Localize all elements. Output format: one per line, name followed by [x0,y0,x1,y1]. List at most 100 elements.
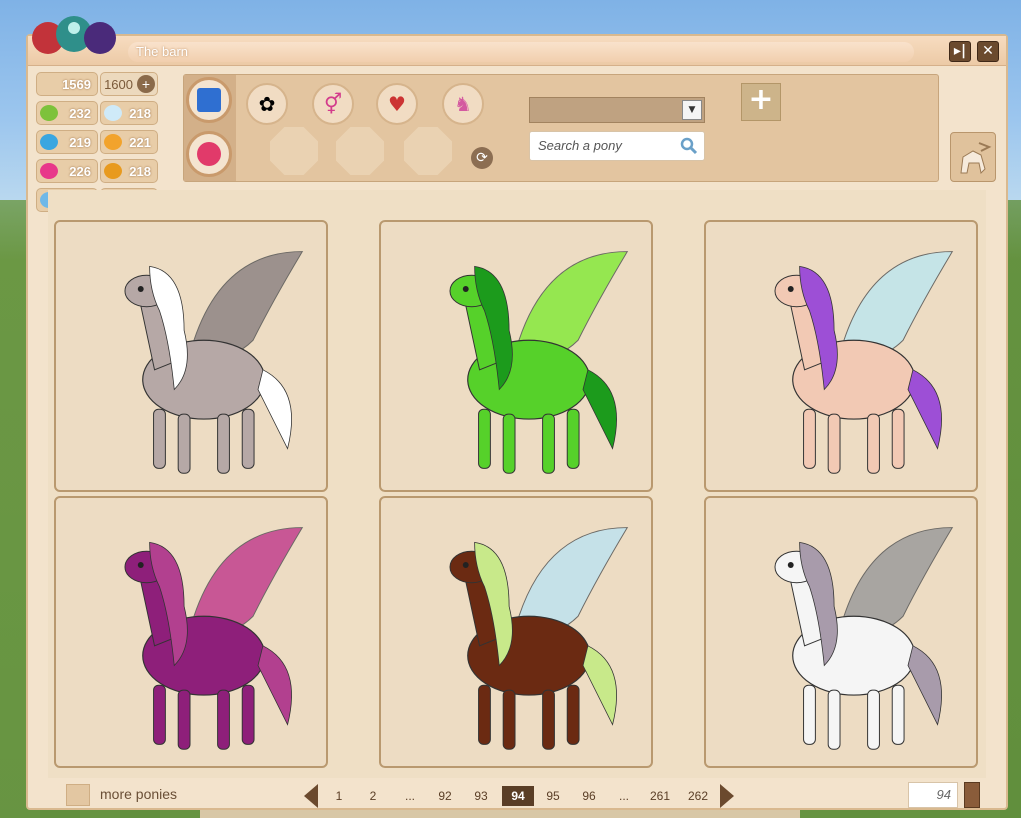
pony-card[interactable] [54,496,328,768]
pony-leg [177,689,191,750]
pony-leg [217,413,230,474]
close-button[interactable]: ✕ [977,41,999,62]
stat-food: 232 [36,101,98,125]
stat-heart: 226 [36,159,98,183]
pony-leg [153,684,166,745]
sun-icon [104,134,122,150]
pony-image [774,527,954,750]
current-page[interactable]: 94 [502,786,534,806]
pony-pair-icon: ♞ [454,92,472,116]
page-link[interactable]: 96 [576,786,602,806]
pony-leg [803,684,816,745]
refresh-icon[interactable]: ⟳ [471,147,493,169]
pony-leg [177,413,191,474]
pony-card[interactable] [54,220,328,492]
heart-icon [40,163,58,179]
pony-card[interactable] [704,220,978,492]
folder-tab-button[interactable] [186,77,232,123]
title-bar[interactable]: The barn ▸| ✕ [28,36,1006,66]
more-ponies-label: more ponies [100,786,178,802]
unicorn-drop-button[interactable] [270,127,318,175]
pony-image [124,527,304,750]
pony-leg [867,413,880,474]
pony-leg [566,684,580,745]
pony-image [774,251,954,474]
favorites-tab-button[interactable] [186,131,232,177]
pony-leg [566,408,580,469]
category-select[interactable]: ▼ [529,97,705,123]
apple-icon [40,105,58,121]
pony-leg [217,689,230,750]
page-link[interactable]: 92 [432,786,458,806]
pony-card[interactable] [704,496,978,768]
star-icon [197,142,221,166]
pony-leg [502,413,516,474]
page-link[interactable]: 1 [328,786,350,806]
add-button[interactable]: + [741,83,781,121]
stat-sun: 221 [100,130,158,154]
page-link[interactable]: 261 [646,786,674,806]
page-link[interactable]: 93 [468,786,494,806]
add-energy-icon[interactable]: + [137,75,155,93]
stat-paw: 218 [100,159,158,183]
pony-tail [582,645,617,726]
chevron-down-icon[interactable]: ▼ [682,100,702,120]
stat-cloud: 218 [100,101,158,125]
more-ponies-checkbox[interactable] [66,784,90,806]
palette-icon: ✿ [258,92,276,116]
pony-card[interactable] [379,220,653,492]
cloud-icon [104,105,122,121]
page-link[interactable]: 95 [540,786,566,806]
pony-leg [803,408,816,469]
folder-icon [197,88,221,112]
page-ellipsis: ... [618,789,629,803]
pair-filter-button[interactable]: ♞ [442,83,484,125]
go-page-button[interactable] [964,782,980,808]
pony-leg [478,684,491,745]
pony-image [124,251,304,474]
ponies-logo-icon [32,16,116,54]
color-filter-button[interactable]: ✿ [246,83,288,125]
title-pill: The barn [128,42,914,62]
page-number-input[interactable]: 94 [908,782,958,808]
barn-window: The barn ▸| ✕ 1569 1600 + 232 218 219 22… [26,16,1008,810]
pony-image [449,251,629,474]
page-link[interactable]: 262 [684,786,712,806]
pony-eye [787,286,794,292]
pony-leg [827,413,841,474]
pony-leg [827,689,841,750]
next-page-arrow-icon[interactable] [720,784,734,808]
pony-tail [257,645,292,726]
gender-filter-button[interactable]: ⚥ [312,83,354,125]
heart-ring-icon: ♥ [388,92,406,116]
energy-max-stat: 1600 + [100,72,158,96]
prev-page-arrow-icon[interactable] [304,784,318,808]
pony-tail [907,369,942,450]
transfer-pony-button[interactable] [950,132,996,182]
pony-leg [478,408,491,469]
pony-tail [907,645,942,726]
pony-grid [48,190,986,778]
trophy-drop-button[interactable] [336,127,384,175]
pony-tail [257,369,292,450]
gender-icon: ⚥ [323,92,343,116]
eye-drop-button[interactable] [404,127,452,175]
pony-leg [867,689,880,750]
pony-eye [787,562,794,568]
pony-eye [462,562,469,568]
search-icon[interactable] [680,137,698,155]
window-title: The barn [136,44,189,59]
pony-leg [891,684,905,745]
pony-leg [542,689,555,750]
pony-image [449,527,629,750]
pony-eye [137,286,144,292]
page-ellipsis: ... [404,789,415,803]
breeding-filter-button[interactable]: ♥ [376,83,418,125]
stat-feet: 219 [36,130,98,154]
minimize-button[interactable]: ▸| [949,41,971,62]
page-link[interactable]: 2 [362,786,384,806]
pony-eye [462,286,469,292]
energy-stat: 1569 [36,72,98,96]
pony-card[interactable] [379,496,653,768]
search-input[interactable]: Search a pony [529,131,705,161]
